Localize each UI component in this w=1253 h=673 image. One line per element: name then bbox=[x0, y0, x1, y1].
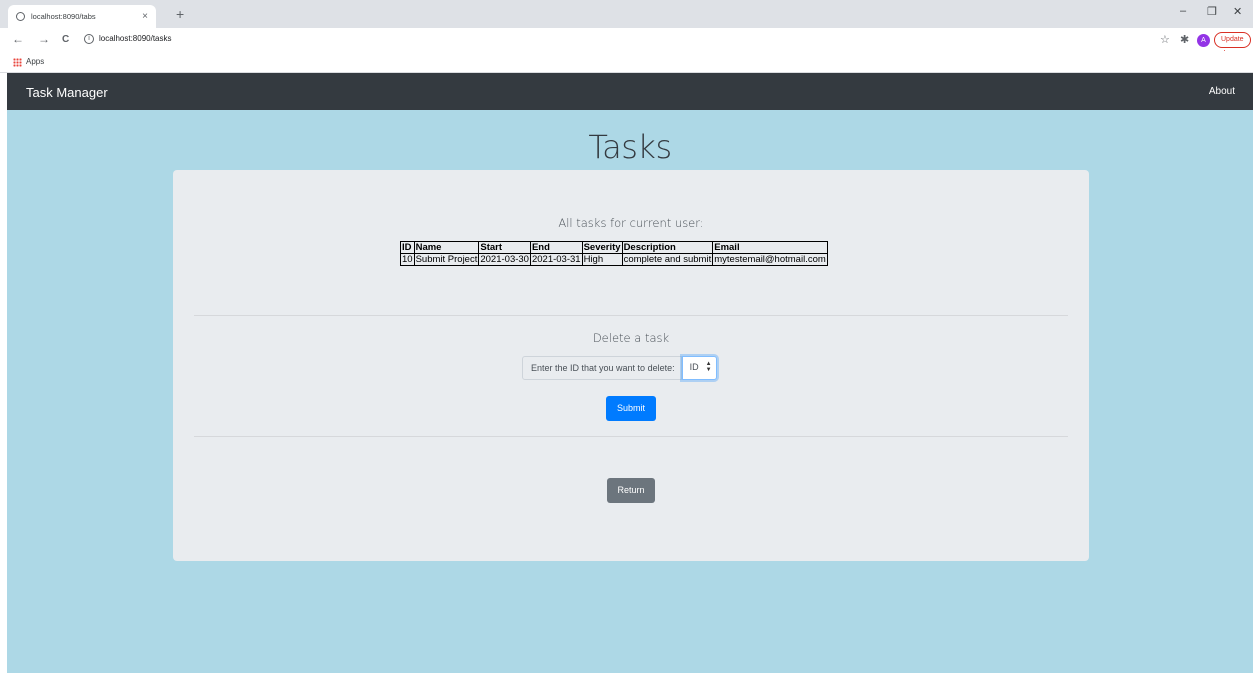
update-label: Update bbox=[1221, 36, 1244, 43]
column-header: End bbox=[529, 241, 583, 254]
close-tab-icon[interactable]: × bbox=[142, 11, 148, 22]
column-header: ID bbox=[400, 241, 415, 254]
cell-name: Submit Project bbox=[413, 253, 480, 266]
tab-title: localhost:8090/tabs bbox=[31, 12, 96, 21]
column-header: Start bbox=[478, 241, 531, 254]
delete-input-group: Enter the ID that you want to delete: ID… bbox=[522, 356, 717, 380]
bookmarks-bar: Apps bbox=[0, 52, 1253, 73]
divider bbox=[194, 315, 1068, 316]
cell-description: complete and submit bbox=[621, 253, 714, 266]
bookmark-star-icon[interactable]: ☆ bbox=[1160, 33, 1170, 46]
extensions-icon[interactable]: ✱ bbox=[1180, 33, 1189, 46]
cell-severity: High bbox=[581, 253, 623, 266]
reload-icon[interactable]: C bbox=[62, 34, 69, 45]
cell-email: mytestemail@hotmail.com bbox=[712, 253, 828, 266]
divider bbox=[194, 436, 1068, 437]
tasks-heading: All tasks for current user: bbox=[558, 216, 704, 230]
tasks-card: All tasks for current user: ID Name Star… bbox=[173, 170, 1089, 561]
close-window-icon[interactable]: ✕ bbox=[1233, 5, 1242, 18]
navbar: Task Manager About bbox=[7, 73, 1253, 110]
browser-tab[interactable]: localhost:8090/tabs × bbox=[8, 5, 156, 28]
restore-icon[interactable]: ❐ bbox=[1207, 5, 1217, 18]
address-bar[interactable]: localhost:8090/tasks bbox=[99, 34, 172, 43]
navbar-brand[interactable]: Task Manager bbox=[26, 85, 108, 100]
new-tab-button[interactable]: + bbox=[176, 6, 184, 22]
page-title: Tasks bbox=[588, 128, 672, 166]
cell-id: 10 bbox=[400, 253, 415, 266]
apps-grid-icon[interactable] bbox=[13, 58, 22, 67]
delete-input-label: Enter the ID that you want to delete: bbox=[522, 356, 682, 380]
delete-heading: Delete a task bbox=[592, 331, 670, 345]
cell-end: 2021-03-31 bbox=[529, 253, 583, 266]
submit-button[interactable]: Submit bbox=[606, 396, 656, 421]
update-button[interactable]: Update ⋮ bbox=[1214, 32, 1251, 57]
column-header: Name bbox=[413, 241, 480, 254]
browser-toolbar: ← → C i localhost:8090/tasks ☆ ✱ A Updat… bbox=[0, 28, 1253, 57]
forward-arrow-icon[interactable]: → bbox=[38, 32, 50, 46]
delete-id-input[interactable]: ID ▲ ▼ bbox=[681, 356, 717, 380]
profile-avatar[interactable]: A bbox=[1197, 34, 1210, 47]
column-header: Severity bbox=[581, 241, 623, 254]
about-link[interactable]: About bbox=[1209, 86, 1235, 97]
apps-bookmark[interactable]: Apps bbox=[26, 57, 44, 66]
back-arrow-icon[interactable]: ← bbox=[12, 32, 24, 46]
page-viewport: Task Manager About Tasks All tasks for c… bbox=[7, 73, 1253, 673]
cell-start: 2021-03-30 bbox=[478, 253, 531, 266]
globe-icon bbox=[16, 12, 25, 21]
tasks-table: ID Name Start End Severity Description E… bbox=[400, 241, 828, 266]
spinner-arrows-icon[interactable]: ▲ ▼ bbox=[706, 361, 712, 373]
return-button[interactable]: Return bbox=[607, 478, 655, 503]
minimize-icon[interactable]: – bbox=[1180, 5, 1186, 17]
table-header-row: ID Name Start End Severity Description E… bbox=[400, 241, 828, 254]
info-icon[interactable]: i bbox=[84, 34, 94, 44]
delete-id-value: ID bbox=[689, 362, 699, 372]
table-row: 10 Submit Project 2021-03-30 2021-03-31 … bbox=[400, 253, 828, 266]
browser-tabstrip: localhost:8090/tabs × + – ❐ ✕ bbox=[0, 0, 1253, 28]
column-header: Email bbox=[712, 241, 828, 254]
column-header: Description bbox=[621, 241, 714, 254]
